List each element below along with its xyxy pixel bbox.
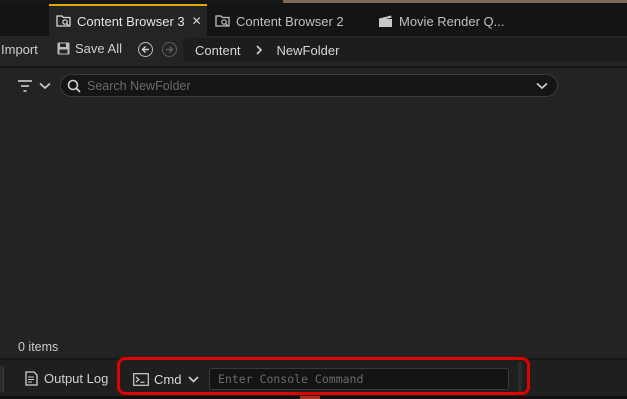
tab-label: Content Browser 2 [236,13,344,29]
drawer-handle[interactable] [0,366,4,392]
item-count: 0 items [18,340,59,354]
forward-button[interactable] [162,42,177,57]
breadcrumb-item-content[interactable]: Content [195,43,241,58]
breadcrumb-item-newfolder[interactable]: NewFolder [277,43,340,58]
tab-label: Content Browser 3 [77,13,185,29]
back-button[interactable] [138,42,153,57]
chevron-right-icon[interactable] [255,45,263,55]
save-all-button[interactable]: Save All [57,41,122,56]
background-strip [0,0,283,3]
highlight-box [117,357,530,395]
content-browser-window: Content Browser 3 ✕ Content Browser 2 Mo… [0,0,627,399]
chevron-down-icon [39,82,51,90]
output-log-label: Output Log [44,371,109,386]
search-box[interactable] [60,74,558,97]
output-log-button[interactable]: Output Log [25,371,108,386]
save-icon [57,42,70,55]
tab-movie-render-queue[interactable]: Movie Render Q... [377,6,505,36]
tab-content-browser-2[interactable]: Content Browser 2 [214,6,344,36]
filter-button[interactable] [17,78,51,94]
divider [0,66,627,68]
asset-view[interactable] [10,102,617,338]
tab-content-browser-3[interactable]: Content Browser 3 ✕ [49,4,207,36]
arrow-left-icon [141,46,149,53]
close-icon[interactable]: ✕ [192,14,202,28]
toolbar: Import Save All Content NewFolder [0,36,627,64]
arrow-right-icon [166,46,174,53]
breadcrumb: Content NewFolder [183,38,627,62]
save-all-label: Save All [75,41,122,56]
import-label: Import [1,42,38,57]
import-button[interactable]: Import [1,42,38,57]
tab-bar: Content Browser 3 ✕ Content Browser 2 Mo… [0,0,627,36]
filter-icon [18,80,32,92]
output-log-icon [25,371,38,386]
folder-search-icon [214,13,230,29]
chevron-down-icon[interactable] [533,82,551,90]
background-image-strip [283,0,627,3]
folder-search-icon [55,13,71,29]
clapperboard-icon [377,13,393,29]
search-input[interactable] [87,78,533,93]
tab-label: Movie Render Q... [399,13,505,29]
search-icon [67,79,81,93]
